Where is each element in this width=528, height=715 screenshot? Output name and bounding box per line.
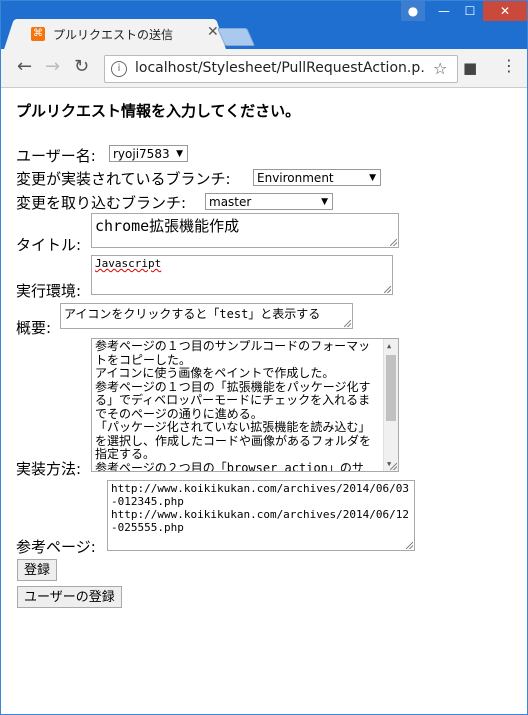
branch-select[interactable]: Environment ▼ <box>253 169 381 186</box>
chevron-down-icon: ▼ <box>369 173 376 183</box>
scroll-thumb[interactable] <box>386 355 396 421</box>
username-label: ユーザー名: <box>16 147 96 165</box>
url-text[interactable]: localhost/Stylesheet/PullRequestAction.p… <box>135 60 425 76</box>
back-icon[interactable]: ← <box>17 58 32 76</box>
summary-field[interactable]: アイコンをクリックすると「test」と表示する <box>60 303 353 329</box>
ref-field-value: http://www.koikikukan.com/archives/2014/… <box>111 482 410 534</box>
address-bar[interactable]: i localhost/Stylesheet/PullRequestAction… <box>104 55 458 83</box>
env-field[interactable]: Javascript <box>91 255 393 295</box>
minimize-icon[interactable]: — <box>431 1 457 21</box>
reload-icon[interactable]: ↻ <box>74 58 89 76</box>
env-field-value: Javascript <box>95 257 162 270</box>
branch-select-value: Environment <box>257 171 334 185</box>
page-content: プルリクエスト情報を入力してください。 ユーザー名: ryoji7583 ▼ 変… <box>1 88 527 714</box>
impl-field-value: 参考ページの１つ目のサンプルコードのフォーマットをコピーした。 アイコンに使う画… <box>95 339 372 472</box>
ref-label: 参考ページ: <box>16 538 96 556</box>
close-window-icon[interactable]: ✕ <box>483 1 527 21</box>
title-field[interactable]: chrome拡張機能作成 <box>91 213 399 248</box>
chevron-down-icon: ▼ <box>176 149 183 159</box>
username-select-value: ryoji7583 <box>113 147 170 161</box>
user-icon[interactable]: ● <box>401 1 425 21</box>
target-branch-label: 変更を取り込むブランチ: <box>16 194 187 212</box>
close-icon[interactable]: ✕ <box>207 24 219 40</box>
page-heading: プルリクエスト情報を入力してください。 <box>16 102 301 120</box>
summary-label: 概要: <box>16 319 52 337</box>
branch-label: 変更が実装されているブランチ: <box>16 170 231 188</box>
register-user-button[interactable]: ユーザーの登録 <box>17 586 122 608</box>
maximize-icon[interactable]: ☐ <box>457 1 483 21</box>
username-select[interactable]: ryoji7583 ▼ <box>109 145 188 162</box>
forward-icon[interactable]: → <box>45 58 60 76</box>
target-branch-select[interactable]: master ▼ <box>205 193 333 210</box>
menu-icon[interactable]: ⋮ <box>501 58 517 74</box>
env-label: 実行環境: <box>16 282 82 300</box>
scroll-down-icon[interactable]: ▼ <box>387 460 391 468</box>
summary-field-value: アイコンをクリックすると「test」と表示する <box>64 307 321 321</box>
xampp-icon: ⌘ <box>31 27 45 41</box>
tab-active[interactable]: ⌘ プルリクエストの送信 ✕ <box>17 19 219 49</box>
browser-window: ⌘ プルリクエストの送信 ✕ ● — ☐ ✕ ← → ↻ i localhost… <box>0 0 528 715</box>
browser-toolbar: ← → ↻ i localhost/Stylesheet/PullRequest… <box>1 49 527 88</box>
register-button[interactable]: 登録 <box>17 559 58 581</box>
title-field-value: chrome拡張機能作成 <box>95 217 240 235</box>
camera-icon[interactable]: ■ <box>463 59 477 77</box>
title-bar: ⌘ プルリクエストの送信 ✕ ● — ☐ ✕ <box>1 1 527 49</box>
impl-scrollbar[interactable]: ▲ ▼ <box>383 339 398 471</box>
target-branch-select-value: master <box>209 195 252 209</box>
impl-field[interactable]: 参考ページの１つ目のサンプルコードのフォーマットをコピーした。 アイコンに使う画… <box>91 338 399 472</box>
ref-field[interactable]: http://www.koikikukan.com/archives/2014/… <box>107 480 415 551</box>
star-icon[interactable]: ☆ <box>433 59 447 78</box>
tab-title: プルリクエストの送信 <box>53 28 174 42</box>
chevron-down-icon: ▼ <box>321 197 328 207</box>
title-label: タイトル: <box>16 236 82 254</box>
impl-label: 実装方法: <box>16 460 82 478</box>
info-icon[interactable]: i <box>111 61 127 77</box>
scroll-up-icon[interactable]: ▲ <box>387 342 391 350</box>
